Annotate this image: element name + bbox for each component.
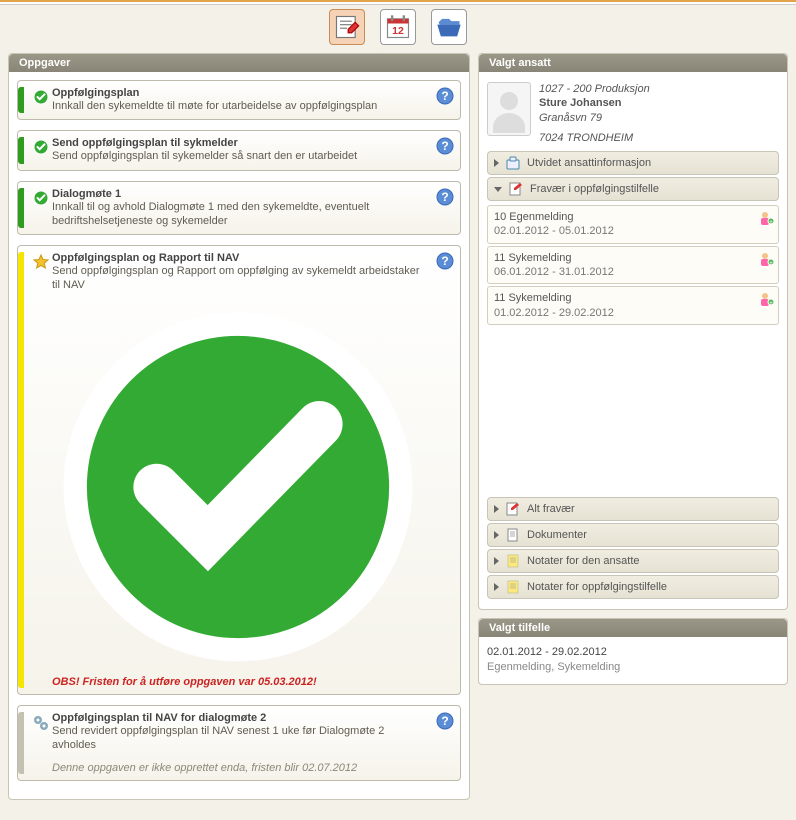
task-warning: OBS! Fristen for å utføre oppgaven var 0… xyxy=(52,301,424,688)
absence-title: 11 Sykemelding xyxy=(494,291,772,305)
accordion-notater-ansatt[interactable]: Notater for den ansatte xyxy=(487,549,779,573)
accordion-alt-fravaer[interactable]: Alt fravær xyxy=(487,497,779,521)
accordion-dokumenter[interactable]: Dokumenter xyxy=(487,523,779,547)
task-desc: Send oppfølgingsplan og Rapport om oppfø… xyxy=(52,265,420,291)
tasks-panel: Oppgaver OppfølgingsplanInnkall den syke… xyxy=(8,53,470,800)
tilfelle-types: Egenmelding, Sykemelding xyxy=(487,660,779,675)
task-title: Oppfølgingsplan til NAV for dialogmøte 2 xyxy=(52,712,424,724)
svg-text:+: + xyxy=(769,301,773,307)
task-stripe xyxy=(18,188,24,229)
task-desc: Innkall til og avhold Dialogmøte 1 med d… xyxy=(52,201,369,227)
help-icon[interactable]: ? xyxy=(436,712,454,730)
check-icon xyxy=(30,137,52,163)
person-add-icon[interactable]: + xyxy=(758,251,774,267)
employee-city: 7024 TRONDHEIM xyxy=(539,131,779,145)
help-icon[interactable]: ? xyxy=(436,188,454,206)
task-card[interactable]: Dialogmøte 1Innkall til og avhold Dialog… xyxy=(17,181,461,236)
absence-item[interactable]: 11 Sykemelding06.01.2012 - 31.01.2012+ xyxy=(487,246,779,285)
absence-dates: 06.01.2012 - 31.01.2012 xyxy=(494,265,772,279)
absence-dates: 01.02.2012 - 29.02.2012 xyxy=(494,306,772,320)
absence-title: 11 Sykemelding xyxy=(494,251,772,265)
chevron-right-icon xyxy=(494,583,499,591)
accordion-extended-info-label: Utvidet ansattinformasjon xyxy=(527,157,651,169)
help-icon[interactable]: ? xyxy=(436,87,454,105)
svg-text:+: + xyxy=(769,220,773,226)
svg-text:+: + xyxy=(769,261,773,267)
document-icon xyxy=(505,527,521,543)
profile-icon xyxy=(505,155,521,171)
gears-icon xyxy=(30,712,52,775)
absence-title: 10 Egenmelding xyxy=(494,210,772,224)
accordion-notater-ansatt-label: Notater for den ansatte xyxy=(527,555,640,567)
employee-address: Granåsvn 79 xyxy=(539,111,779,125)
task-desc: Send oppfølgingsplan til sykemelder så s… xyxy=(52,150,357,162)
accordion-notater-tilfelle-label: Notater for oppfølgingstilfelle xyxy=(527,581,667,593)
accordion-extended-info[interactable]: Utvidet ansattinformasjon xyxy=(487,151,779,175)
help-icon[interactable]: ? xyxy=(436,252,454,270)
chevron-right-icon xyxy=(494,531,499,539)
check-icon xyxy=(30,87,52,113)
accordion-dokumenter-label: Dokumenter xyxy=(527,529,587,541)
calendar-icon: 12 xyxy=(384,13,412,41)
toolbar: 12 xyxy=(0,5,796,49)
edit-icon xyxy=(505,501,521,517)
svg-text:?: ? xyxy=(441,190,448,204)
employee-panel-title: Valgt ansatt xyxy=(479,54,787,72)
employee-name: Sture Johansen xyxy=(539,96,779,110)
folder-open-icon xyxy=(435,13,463,41)
task-title: Send oppfølgingsplan til sykmelder xyxy=(52,137,424,149)
note-icon xyxy=(505,553,521,569)
employee-department: 1027 - 200 Produksjon xyxy=(539,82,779,96)
task-title: Oppfølgingsplan xyxy=(52,87,424,99)
edit-icon xyxy=(508,181,524,197)
employee-panel: Valgt ansatt 1027 - 200 Produksjon Sture… xyxy=(478,53,788,610)
task-stripe xyxy=(18,137,24,163)
absence-item[interactable]: 11 Sykemelding01.02.2012 - 29.02.2012+ xyxy=(487,286,779,325)
svg-text:?: ? xyxy=(441,89,448,103)
avatar xyxy=(487,82,531,136)
check-icon xyxy=(30,188,52,229)
toolbar-btn-calendar[interactable]: 12 xyxy=(380,9,416,45)
absence-item[interactable]: 10 Egenmelding02.01.2012 - 05.01.2012+ xyxy=(487,205,779,244)
chevron-right-icon xyxy=(494,159,499,167)
task-card[interactable]: OppfølgingsplanInnkall den sykemeldte ti… xyxy=(17,80,461,120)
task-title: Dialogmøte 1 xyxy=(52,188,424,200)
svg-text:?: ? xyxy=(441,139,448,153)
task-stripe xyxy=(18,87,24,113)
task-card[interactable]: Oppfølgingsplan og Rapport til NAVSend o… xyxy=(17,245,461,695)
chevron-down-icon xyxy=(494,187,502,192)
tilfelle-dates: 02.01.2012 - 29.02.2012 xyxy=(487,645,779,660)
svg-text:12: 12 xyxy=(392,25,404,37)
person-add-icon[interactable]: + xyxy=(758,291,774,307)
task-stripe xyxy=(18,712,24,775)
accordion-fravaer-label: Fravær i oppfølgingstilfelle xyxy=(530,183,659,195)
person-add-icon[interactable]: + xyxy=(758,210,774,226)
absence-dates: 02.01.2012 - 05.01.2012 xyxy=(494,224,772,238)
tasks-panel-title: Oppgaver xyxy=(9,54,469,72)
tilfelle-panel: Valgt tilfelle 02.01.2012 - 29.02.2012 E… xyxy=(478,618,788,685)
task-title: Oppfølgingsplan og Rapport til NAV xyxy=(52,252,424,264)
task-note: Denne oppgaven er ikke opprettet enda, f… xyxy=(52,762,424,774)
task-card[interactable]: Oppfølgingsplan til NAV for dialogmøte 2… xyxy=(17,705,461,782)
chevron-right-icon xyxy=(494,557,499,565)
tilfelle-panel-title: Valgt tilfelle xyxy=(479,619,787,637)
note-edit-icon xyxy=(333,13,361,41)
note-icon xyxy=(505,579,521,595)
task-stripe xyxy=(18,252,24,688)
help-icon[interactable]: ? xyxy=(436,137,454,155)
check-icon xyxy=(52,664,424,676)
svg-text:?: ? xyxy=(441,714,448,728)
task-desc: Innkall den sykemeldte til møte for utar… xyxy=(52,100,377,112)
svg-text:?: ? xyxy=(441,254,448,268)
task-card[interactable]: Send oppfølgingsplan til sykmelderSend o… xyxy=(17,130,461,170)
toolbar-btn-edit[interactable] xyxy=(329,9,365,45)
accordion-notater-tilfelle[interactable]: Notater for oppfølgingstilfelle xyxy=(487,575,779,599)
toolbar-btn-folder[interactable] xyxy=(431,9,467,45)
accordion-alt-fravaer-label: Alt fravær xyxy=(527,503,575,515)
chevron-right-icon xyxy=(494,505,499,513)
task-desc: Send revidert oppfølgingsplan til NAV se… xyxy=(52,725,384,751)
accordion-fravaer-section[interactable]: Fravær i oppfølgingstilfelle xyxy=(487,177,779,201)
star-icon xyxy=(30,252,52,688)
